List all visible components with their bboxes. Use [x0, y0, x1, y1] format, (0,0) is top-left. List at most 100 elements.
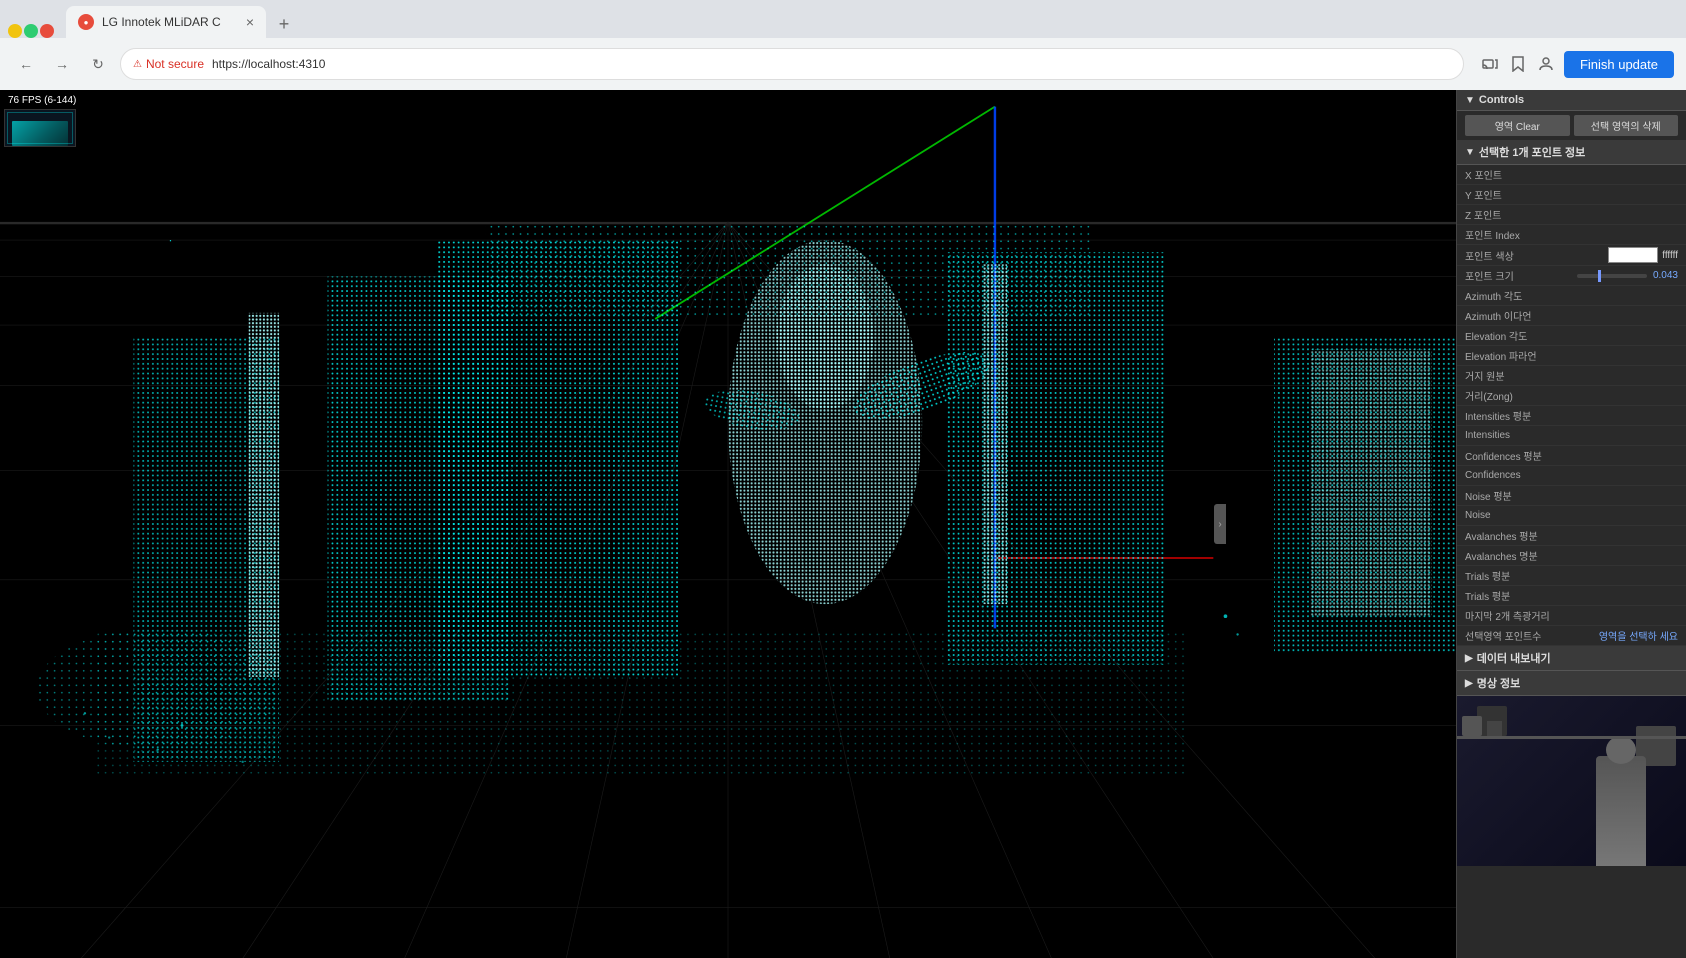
- panel-row-label-16: Noise 평분: [1465, 488, 1678, 503]
- panel-row-label-4: 포인트 색상: [1465, 248, 1608, 263]
- url-text: https://localhost:4310: [212, 57, 325, 71]
- panel-row-4: 포인트 색상 ffffff: [1457, 245, 1686, 266]
- close-button[interactable]: [40, 24, 54, 38]
- panel-row-label-10: 거지 원분: [1465, 368, 1678, 383]
- viewport-3d[interactable]: 76 FPS (6-144): [0, 90, 1456, 958]
- panel-row-2: Z 포인트: [1457, 205, 1686, 225]
- export-title: 데이터 내보내기: [1477, 650, 1551, 666]
- point-cloud-svg: [0, 90, 1456, 958]
- panel-row-label-7: Azimuth 이다언: [1465, 308, 1678, 323]
- video-thumbnail: [1457, 696, 1686, 866]
- refresh-button[interactable]: ↻: [84, 50, 112, 78]
- controls-arrow-icon: ▼: [1465, 95, 1475, 106]
- tab-label: LG Innotek MLiDAR C: [102, 15, 221, 29]
- panel-row-label-19: Avalanches 명분: [1465, 548, 1678, 563]
- panel-row-19: Avalanches 명분: [1457, 546, 1686, 566]
- not-secure-label: Not secure: [146, 57, 204, 71]
- panel-row-17: Noise: [1457, 506, 1686, 526]
- panel-highlight-value-23: 영역을 선택하 세요: [1599, 628, 1678, 643]
- panel-row-label-11: 거리(Zong): [1465, 388, 1678, 403]
- active-tab[interactable]: ● LG Innotek MLiDAR C ×: [66, 6, 266, 38]
- fps-counter: 76 FPS (6-144): [4, 94, 80, 107]
- panel-row-label-1: Y 포인트: [1465, 187, 1678, 202]
- not-secure-indicator: ⚠ Not secure: [133, 57, 204, 71]
- panel-row-12: Intensities 평분: [1457, 406, 1686, 426]
- point-info-arrow-icon: ▼: [1465, 147, 1475, 158]
- panel-row-label-17: Noise: [1465, 510, 1678, 521]
- tab-favicon: ●: [78, 14, 94, 30]
- panel-row-label-13: Intensities: [1465, 430, 1678, 441]
- panel-collapse-tab[interactable]: ›: [1214, 504, 1226, 544]
- address-bar: ← → ↻ ⚠ Not secure https://localhost:431…: [0, 38, 1686, 90]
- forward-button[interactable]: →: [48, 50, 76, 78]
- panel-row-5: 포인트 크기 0.043: [1457, 266, 1686, 286]
- panel-row-1: Y 포인트: [1457, 185, 1686, 205]
- video-content: [1457, 696, 1686, 866]
- panel-row-16: Noise 평분: [1457, 486, 1686, 506]
- back-button[interactable]: ←: [12, 50, 40, 78]
- profile-button[interactable]: [1536, 54, 1556, 74]
- panel-row-label-5: 포인트 크기: [1465, 268, 1577, 283]
- video-section-header[interactable]: ▶ 명상 정보: [1457, 671, 1686, 696]
- panel-row-0: X 포인트: [1457, 165, 1686, 185]
- panel-row-label-3: 포인트 Index: [1465, 227, 1678, 242]
- export-arrow-icon: ▶: [1465, 653, 1473, 664]
- minimap: [4, 109, 76, 147]
- export-section-header[interactable]: ▶ 데이터 내보내기: [1457, 646, 1686, 671]
- controls-title: Controls: [1479, 94, 1524, 106]
- cast-button[interactable]: [1480, 54, 1500, 74]
- controls-section-header[interactable]: ▼ Controls: [1457, 90, 1686, 111]
- panel-rows-container: X 포인트Y 포인트Z 포인트포인트 Index포인트 색상ffffff포인트 …: [1457, 165, 1686, 646]
- finish-update-button[interactable]: Finish update: [1564, 51, 1674, 78]
- panel-row-13: Intensities: [1457, 426, 1686, 446]
- panel-row-label-22: 마지막 2개 측광거리: [1465, 608, 1678, 623]
- panel-row-11: 거리(Zong): [1457, 386, 1686, 406]
- panel-row-23: 선택영역 포인트수영역을 선택하 세요: [1457, 626, 1686, 646]
- point-info-section-header[interactable]: ▼ 선택한 1개 포인트 정보: [1457, 140, 1686, 165]
- delete-button[interactable]: 선택 영역의 삭제: [1574, 115, 1679, 136]
- panel-row-label-6: Azimuth 각도: [1465, 288, 1678, 303]
- panel-row-10: 거지 원분: [1457, 366, 1686, 386]
- panel-row-label-9: Elevation 파라언: [1465, 348, 1678, 363]
- browser-chrome: ● LG Innotek MLiDAR C × + ← → ↻ ⚠ Not se…: [0, 0, 1686, 90]
- color-swatch-4[interactable]: [1608, 247, 1658, 263]
- panel-row-8: Elevation 각도: [1457, 326, 1686, 346]
- panel-row-label-23: 선택영역 포인트수: [1465, 628, 1599, 643]
- panel-row-label-0: X 포인트: [1465, 167, 1678, 182]
- toolbar-right: Finish update: [1480, 51, 1674, 78]
- panel-row-18: Avalanches 평분: [1457, 526, 1686, 546]
- url-bar[interactable]: ⚠ Not secure https://localhost:4310: [120, 48, 1464, 80]
- panel-row-15: Confidences: [1457, 466, 1686, 486]
- panel-row-label-2: Z 포인트: [1465, 207, 1678, 222]
- panel-action-buttons: 영역 Clear 선택 영역의 삭제: [1457, 111, 1686, 140]
- panel-row-21: Trials 평분: [1457, 586, 1686, 606]
- panel-row-3: 포인트 Index: [1457, 225, 1686, 245]
- bookmark-button[interactable]: [1508, 54, 1528, 74]
- slider-value-5: 0.043: [1653, 270, 1678, 281]
- panel-row-label-12: Intensities 평분: [1465, 408, 1678, 423]
- color-value-4: ffffff: [1662, 250, 1678, 261]
- minimize-button[interactable]: [8, 24, 22, 38]
- panel-row-label-20: Trials 평분: [1465, 568, 1678, 583]
- panel-row-6: Azimuth 각도: [1457, 286, 1686, 306]
- tab-bar: ● LG Innotek MLiDAR C × +: [0, 0, 1686, 38]
- main-content: 76 FPS (6-144): [0, 90, 1686, 958]
- right-panel: ▼ Controls 영역 Clear 선택 영역의 삭제 ▼ 선택한 1개 포…: [1456, 90, 1686, 958]
- panel-row-9: Elevation 파라언: [1457, 346, 1686, 366]
- panel-row-label-8: Elevation 각도: [1465, 328, 1678, 343]
- maximize-button[interactable]: [24, 24, 38, 38]
- panel-row-label-18: Avalanches 평분: [1465, 528, 1678, 543]
- video-arrow-icon: ▶: [1465, 678, 1473, 689]
- panel-row-22: 마지막 2개 측광거리: [1457, 606, 1686, 626]
- panel-row-label-15: Confidences: [1465, 470, 1678, 481]
- panel-row-14: Confidences 평분: [1457, 446, 1686, 466]
- tab-close-button[interactable]: ×: [246, 14, 254, 30]
- panel-row-20: Trials 평분: [1457, 566, 1686, 586]
- panel-row-label-14: Confidences 평분: [1465, 448, 1678, 463]
- point-info-title: 선택한 1개 포인트 정보: [1479, 144, 1585, 160]
- panel-row-7: Azimuth 이다언: [1457, 306, 1686, 326]
- clear-button[interactable]: 영역 Clear: [1465, 115, 1570, 136]
- size-slider-thumb[interactable]: [1598, 270, 1601, 282]
- new-tab-button[interactable]: +: [270, 10, 298, 38]
- video-title: 명상 정보: [1477, 675, 1521, 691]
